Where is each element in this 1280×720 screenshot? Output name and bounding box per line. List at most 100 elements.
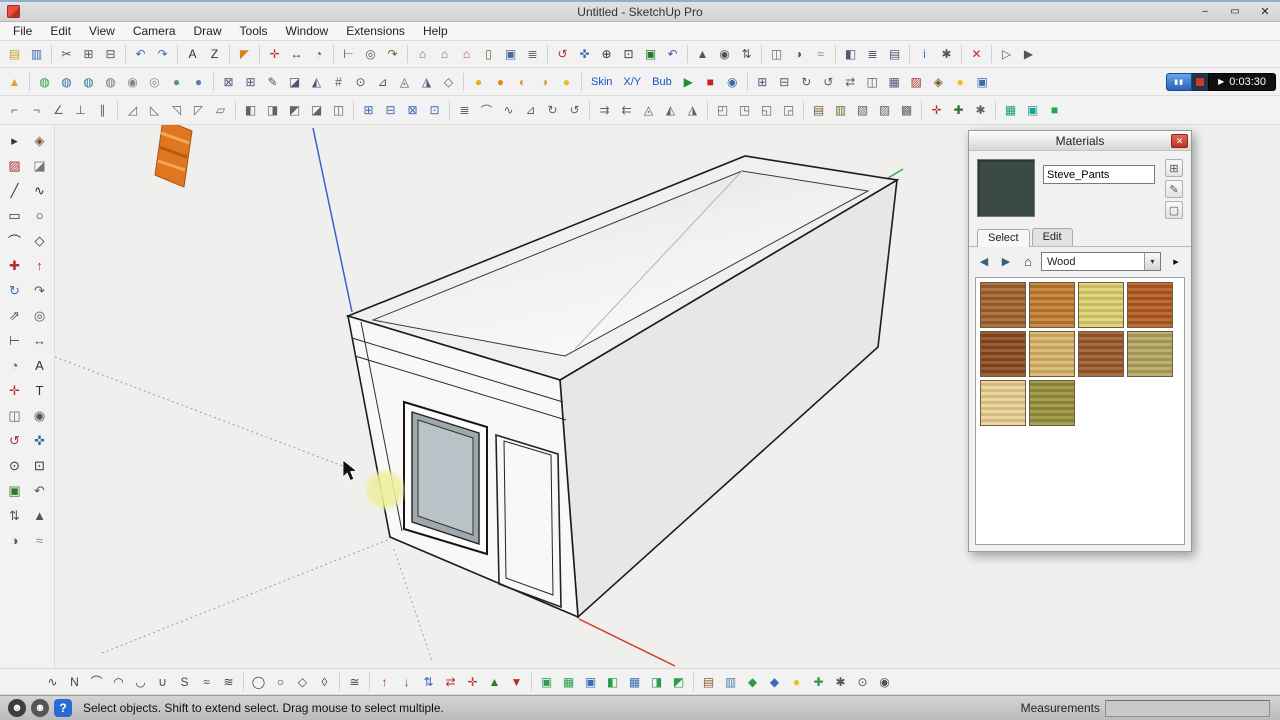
quad-tr-icon[interactable]: ◳: [734, 100, 755, 121]
parallel-icon[interactable]: ∥: [92, 100, 113, 121]
target-icon[interactable]: ⊙: [852, 671, 873, 692]
x-box-icon[interactable]: ⊠: [402, 100, 423, 121]
paste-icon[interactable]: ⊟: [100, 44, 121, 65]
back-edges-icon[interactable]: ¬: [26, 100, 47, 121]
circle-icon[interactable]: ○: [28, 204, 51, 227]
grid-green-icon[interactable]: ▦: [1000, 100, 1021, 121]
light-icon[interactable]: ●: [950, 71, 971, 92]
zoom-window-icon[interactable]: ⊡: [618, 44, 639, 65]
ball-gold-icon[interactable]: ◑: [534, 71, 555, 92]
swap-vert-icon[interactable]: ⇅: [418, 671, 439, 692]
delete-icon[interactable]: ✕: [966, 44, 987, 65]
menu-extensions[interactable]: Extensions: [337, 22, 414, 40]
dimension-icon[interactable]: ↔: [286, 44, 307, 65]
tri-up-icon[interactable]: ◬: [638, 100, 659, 121]
undo-icon[interactable]: ↶: [130, 44, 151, 65]
position-camera-icon[interactable]: ▲: [28, 504, 51, 527]
pencil-icon[interactable]: ✎: [262, 71, 283, 92]
previous-view-icon[interactable]: ↶: [28, 479, 51, 502]
line-icon[interactable]: ╱: [3, 179, 26, 202]
fill-3-icon[interactable]: ▧: [852, 100, 873, 121]
zoom-extents-icon[interactable]: ▣: [3, 479, 26, 502]
maximize-button[interactable]: ▭: [1220, 2, 1250, 21]
tri-left-icon[interactable]: ◭: [660, 100, 681, 121]
ball-lemon-icon[interactable]: ●: [556, 71, 577, 92]
orange-flag[interactable]: [155, 125, 192, 187]
scenes-icon[interactable]: ▷: [996, 44, 1017, 65]
dimension-icon[interactable]: ↔: [28, 329, 51, 352]
wrench-b-icon[interactable]: ⊞: [240, 71, 261, 92]
shade-br-icon[interactable]: ◪: [306, 100, 327, 121]
polyline-icon[interactable]: N: [64, 671, 85, 692]
down-tri-icon[interactable]: ▼: [506, 671, 527, 692]
tab-select[interactable]: Select: [977, 229, 1030, 247]
ball-amber-icon[interactable]: ◐: [512, 71, 533, 92]
fill-5-icon[interactable]: ▩: [896, 100, 917, 121]
user-alt-badge[interactable]: ☻: [31, 699, 49, 717]
arc-down-icon[interactable]: ◡: [130, 671, 151, 692]
arrows-right-icon[interactable]: ⇉: [594, 100, 615, 121]
shadows-icon[interactable]: ◑: [3, 529, 26, 552]
minimize-button[interactable]: –: [1190, 2, 1220, 21]
tri-tr-icon[interactable]: ◹: [166, 100, 187, 121]
3d-text-icon[interactable]: Z: [204, 44, 225, 65]
from-contours-icon[interactable]: ▣: [536, 671, 557, 692]
paint-set-icon[interactable]: ▨: [906, 71, 927, 92]
push-pull-icon[interactable]: ↑: [28, 254, 51, 277]
record-stop-button[interactable]: [1192, 73, 1208, 91]
camera-rec-icon[interactable]: ◉: [722, 71, 743, 92]
outliner-icon[interactable]: ▤: [884, 44, 905, 65]
material-swatch-1[interactable]: [980, 282, 1026, 328]
axes-icon[interactable]: ✛: [264, 44, 285, 65]
drawing-canvas[interactable]: Materials ✕ ⊞✎▢ SelectEdit ◀ ▶ ⌂ Wood ▾ …: [55, 125, 1280, 668]
follow-me-icon[interactable]: ↷: [28, 279, 51, 302]
section-plane-icon[interactable]: ◫: [3, 404, 26, 427]
measurements-input[interactable]: [1105, 700, 1270, 717]
fill-1-icon[interactable]: ▤: [808, 100, 829, 121]
wave-icon[interactable]: ≈: [196, 671, 217, 692]
pane-icon[interactable]: ◫: [328, 100, 349, 121]
globe-icon[interactable]: ◍: [78, 71, 99, 92]
default-material-icon[interactable]: ▢: [1165, 201, 1183, 219]
material-rep-icon[interactable]: ◈: [928, 71, 949, 92]
look-around-icon[interactable]: ◉: [714, 44, 735, 65]
shadows-icon[interactable]: ◑: [788, 44, 809, 65]
drape-icon[interactable]: ▦: [624, 671, 645, 692]
flip-icon[interactable]: ⇄: [840, 71, 861, 92]
rotate-cw-icon[interactable]: ↻: [796, 71, 817, 92]
zoom-icon[interactable]: ⊙: [3, 454, 26, 477]
redo-icon[interactable]: ↷: [152, 44, 173, 65]
quad-bl-icon[interactable]: ◱: [756, 100, 777, 121]
help-badge[interactable]: ?: [54, 699, 72, 717]
make-component-icon[interactable]: ◈: [28, 129, 51, 152]
user-badge[interactable]: ☻: [8, 699, 26, 717]
orbit-icon[interactable]: ↺: [552, 44, 573, 65]
model-info-icon[interactable]: i: [914, 44, 935, 65]
polygon-icon[interactable]: ◇: [28, 229, 51, 252]
zoom-icon[interactable]: ⊕: [596, 44, 617, 65]
in-model-home-icon[interactable]: ⌂: [1019, 254, 1037, 270]
sphere-green-icon[interactable]: ◍: [34, 71, 55, 92]
text-icon[interactable]: A: [182, 44, 203, 65]
scene-del-icon[interactable]: ⊟: [774, 71, 795, 92]
star-icon[interactable]: ✱: [970, 100, 991, 121]
array-icon[interactable]: ▦: [884, 71, 905, 92]
menu-file[interactable]: File: [4, 22, 41, 40]
material-swatch-7[interactable]: [1078, 331, 1124, 377]
forward-arrow-icon[interactable]: ▶: [997, 254, 1015, 270]
follow-me-icon[interactable]: ↷: [382, 44, 403, 65]
arrows-left-icon[interactable]: ⇇: [616, 100, 637, 121]
u-curve-icon[interactable]: ∪: [152, 671, 173, 692]
s-curve-icon[interactable]: S: [174, 671, 195, 692]
back-arrow-icon[interactable]: ◀: [975, 254, 993, 270]
styles-icon[interactable]: ◧: [840, 44, 861, 65]
ellipse-icon[interactable]: ◯: [248, 671, 269, 692]
menu-tools[interactable]: Tools: [231, 22, 277, 40]
squiggle-icon[interactable]: ≋: [218, 671, 239, 692]
look-around-icon[interactable]: ◉: [28, 404, 51, 427]
tri-bl-icon[interactable]: ◺: [144, 100, 165, 121]
angle-icon[interactable]: ∠: [48, 100, 69, 121]
from-scratch-icon[interactable]: ▦: [558, 671, 579, 692]
smoove-icon[interactable]: ▣: [580, 671, 601, 692]
arc-small-icon[interactable]: ⌒: [476, 100, 497, 121]
